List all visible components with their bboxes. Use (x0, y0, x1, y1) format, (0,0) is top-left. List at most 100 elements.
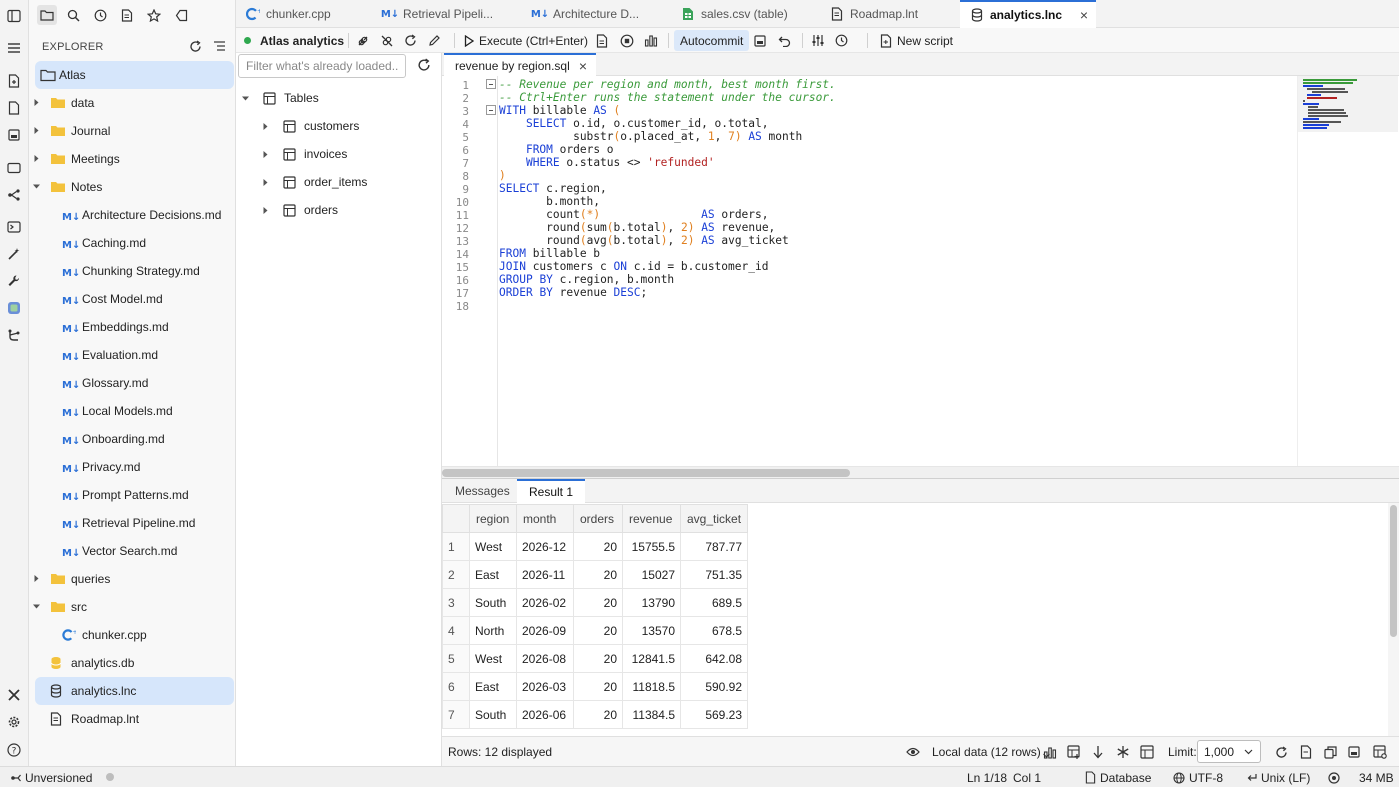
table-settings-icon[interactable] (1373, 743, 1387, 761)
bookmarks-list-icon[interactable] (118, 6, 136, 24)
scrollbar-thumb[interactable] (1390, 505, 1397, 637)
column-header-month[interactable]: month (516, 504, 574, 533)
source-control-icon[interactable] (5, 186, 23, 204)
cell-month[interactable]: 2026-03 (516, 672, 574, 701)
code-line[interactable]: GROUP BY c.region, b.month (499, 273, 674, 286)
freeze-icon[interactable] (1116, 743, 1130, 761)
explorer-item-glossary-md[interactable]: M↓ Glossary.md (29, 369, 236, 397)
tab-result-1[interactable]: Result 1 (517, 479, 586, 503)
cell-revenue[interactable]: 12841.5 (622, 644, 681, 673)
new-script-button[interactable]: New script (880, 31, 953, 50)
cell-orders[interactable]: 20 (573, 560, 623, 589)
explorer-item-embeddings-md[interactable]: M↓ Embeddings.md (29, 313, 236, 341)
explorer-item-caching-md[interactable]: M↓ Caching.md (29, 229, 236, 257)
document-icon[interactable] (5, 99, 23, 117)
chevron-right-icon[interactable] (261, 150, 270, 159)
code-line[interactable]: -- Ctrl+Enter runs the statement under t… (499, 91, 836, 104)
refresh-icon[interactable] (186, 37, 204, 55)
cell-avg-ticket[interactable]: 569.23 (679, 700, 749, 729)
code-line[interactable]: FROM billable b (499, 247, 600, 260)
chevron-down-icon[interactable] (32, 182, 42, 192)
chevron-down-icon[interactable] (32, 602, 42, 612)
navigator-table-order-items[interactable]: order_items (261, 168, 367, 196)
cell-month[interactable]: 2026-02 (516, 588, 574, 617)
table-row[interactable]: 7 South 2026-06 20 11384.5 569.23 (442, 700, 749, 729)
toggle-sidebar-icon[interactable] (5, 7, 23, 25)
editor-horizontal-scrollbar[interactable] (442, 466, 1399, 478)
fold-toggle-icon[interactable] (486, 79, 496, 89)
cell-revenue[interactable]: 11818.5 (622, 672, 681, 701)
cell-region[interactable]: West (469, 644, 517, 673)
new-file-icon[interactable] (5, 72, 23, 90)
explorer-item-notes[interactable]: Notes (29, 173, 236, 201)
cell-region[interactable]: West (469, 532, 517, 561)
search-icon[interactable] (64, 6, 82, 24)
code-line[interactable]: WHERE o.status <> 'refunded' (499, 156, 715, 169)
chevron-right-icon[interactable] (261, 178, 270, 187)
tab-close-button[interactable]: × (1080, 7, 1088, 23)
query-history-icon[interactable] (835, 31, 848, 50)
tab-roadmap-lnt[interactable]: Roadmap.lnt (830, 0, 918, 28)
code-line[interactable]: ) (499, 169, 506, 182)
table-row[interactable]: 3 South 2026-02 20 13790 689.5 (442, 588, 749, 617)
add-row-icon[interactable] (1067, 743, 1081, 761)
script-tab-close-button[interactable]: × (579, 58, 587, 74)
minimap[interactable] (1297, 76, 1399, 466)
cell-revenue[interactable]: 15755.5 (622, 532, 681, 561)
cell-orders[interactable]: 20 (573, 672, 623, 701)
eye-icon[interactable] (906, 743, 920, 761)
connect-icon[interactable] (356, 31, 370, 50)
cell-orders[interactable]: 20 (573, 644, 623, 673)
save-results-icon[interactable] (1348, 743, 1360, 761)
folder-icon[interactable] (37, 5, 57, 25)
explorer-item-analytics-db[interactable]: analytics.db (29, 649, 236, 677)
cell-avg-ticket[interactable]: 751.35 (679, 560, 749, 589)
tools-icon[interactable] (5, 686, 23, 704)
code-line[interactable]: round(avg(b.total), 2) AS avg_ticket (499, 234, 789, 247)
navigator-table-orders[interactable]: orders (261, 196, 338, 224)
history-icon[interactable] (91, 6, 109, 24)
cell-avg-ticket[interactable]: 642.08 (679, 644, 749, 673)
extension-icon[interactable] (5, 299, 23, 317)
result-grid[interactable]: region month orders revenue avg_ticket 1 West… (442, 503, 1399, 736)
explorer-root-atlas[interactable]: Atlas (35, 61, 234, 89)
sort-down-icon[interactable] (1092, 743, 1104, 761)
explorer-item-src[interactable]: src (29, 593, 236, 621)
cell-orders[interactable]: 20 (573, 616, 623, 645)
code-line[interactable]: JOIN customers c ON c.id = b.customer_id (499, 260, 768, 273)
tab-retrieval-pipeline[interactable]: M↓ Retrieval Pipeli... (381, 0, 493, 28)
explorer-item-local-models-md[interactable]: M↓ Local Models.md (29, 397, 236, 425)
terminal-panel-icon[interactable] (5, 159, 23, 177)
explorer-item-chunker-cpp[interactable]: + chunker.cpp (29, 621, 236, 649)
code-line[interactable]: round(sum(b.total), 2) AS revenue, (499, 221, 775, 234)
save-icon[interactable] (5, 126, 23, 144)
results-vertical-scrollbar[interactable] (1388, 503, 1399, 736)
copy-icon[interactable] (1324, 743, 1337, 761)
execute-script-icon[interactable] (596, 31, 608, 50)
execute-button[interactable]: Execute (Ctrl+Enter) (464, 31, 588, 50)
encoding[interactable]: UTF-8 (1173, 770, 1223, 785)
chevron-right-icon[interactable] (32, 574, 42, 584)
navigator-tables-node[interactable]: Tables (241, 84, 319, 112)
reconnect-icon[interactable] (404, 31, 417, 50)
cell-region[interactable]: South (469, 700, 517, 729)
magic-wand-icon[interactable] (5, 245, 23, 263)
chart-view-icon[interactable] (1043, 743, 1057, 761)
table-row[interactable]: 2 East 2026-11 20 15027 751.35 (442, 560, 749, 589)
cell-month[interactable]: 2026-11 (516, 560, 574, 589)
code-line[interactable]: SELECT o.id, o.customer_id, o.total, (499, 117, 769, 130)
fold-toggle-icon[interactable] (486, 105, 496, 115)
cursor-column[interactable]: Col 1 (1013, 770, 1041, 785)
explorer-item-vector-search-md[interactable]: M↓ Vector Search.md (29, 537, 236, 565)
cell-region[interactable]: East (469, 560, 517, 589)
tab-chunker-cpp[interactable]: + chunker.cpp (246, 0, 331, 28)
code-line[interactable]: -- Revenue per region and month, best mo… (499, 78, 836, 91)
scrollbar-thumb[interactable] (442, 469, 850, 477)
cell-avg-ticket[interactable]: 678.5 (679, 616, 749, 645)
grid-view-icon[interactable] (1140, 743, 1154, 761)
cell-avg-ticket[interactable]: 590.92 (679, 672, 749, 701)
tab-messages[interactable]: Messages (443, 479, 522, 503)
code-line[interactable]: b.month, (499, 195, 600, 208)
cell-revenue[interactable]: 15027 (622, 560, 681, 589)
cell-month[interactable]: 2026-08 (516, 644, 574, 673)
